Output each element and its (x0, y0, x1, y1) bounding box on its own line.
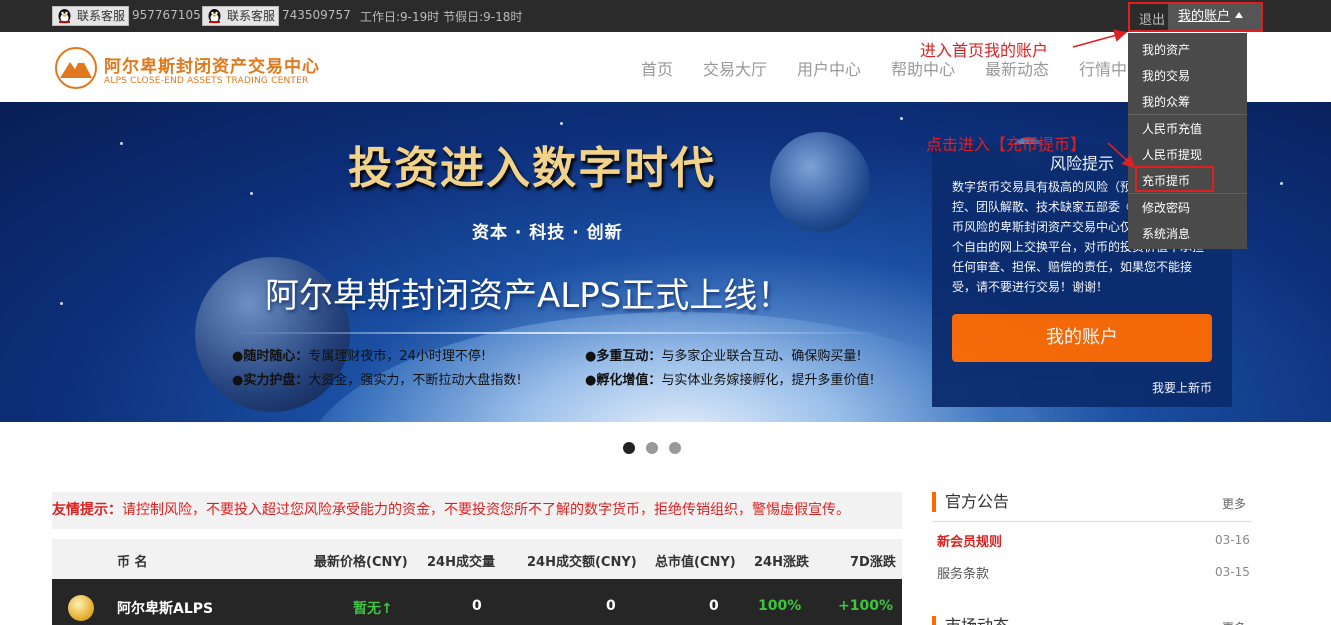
col-coin-name: 币 名 (117, 555, 148, 570)
carousel-dot-1[interactable] (623, 442, 635, 454)
banner-title: 投资进入数字时代 (348, 143, 716, 194)
top-bar: 联系客服 957767105 联系客服 743509757 工作日:9-19时 … (0, 0, 1331, 32)
coin-market-cap: 0 (709, 598, 719, 614)
contact-service-button-1[interactable]: 联系客服 (52, 6, 130, 26)
star (900, 117, 903, 120)
market-news-title: 市场动态 (932, 616, 1009, 625)
friendly-reminder: 友情提示：请控制风险，不要投入超过您风险承受能力的资金，不要投资您所不了解的数字… (52, 492, 902, 529)
menu-item-system-messages[interactable]: 系统消息 (1142, 225, 1190, 242)
my-account-label: 我的账户 (1178, 9, 1231, 24)
announcement-item[interactable]: 新会员规则 (937, 531, 1002, 550)
menu-item-change-password[interactable]: 修改密码 (1142, 199, 1190, 216)
announcement-date: 03-15 (1215, 565, 1250, 579)
coin-volume: 0 (472, 598, 482, 614)
menu-item-my-assets[interactable]: 我的资产 (1142, 41, 1190, 58)
list-new-coin-link[interactable]: 我要上新币 (1152, 379, 1212, 396)
nav-user-center[interactable]: 用户中心 (797, 56, 861, 80)
coin-price: 暂无↑ (353, 601, 393, 617)
page: 联系客服 957767105 联系客服 743509757 工作日:9-19时 … (0, 0, 1331, 625)
nav-trading-hall[interactable]: 交易大厅 (703, 56, 767, 80)
menu-divider (1128, 193, 1247, 194)
menu-item-cny-deposit[interactable]: 人民币充值 (1142, 120, 1202, 137)
planet-right (770, 132, 870, 232)
banner-feature-2: ●多重互动：与多家企业联合互动、确保购买量! (585, 349, 862, 364)
star (250, 192, 253, 195)
logo-subtitle: ALPS CLOSE-END ASSETS TRADING CENTER (104, 76, 309, 86)
mountain-logo-icon[interactable] (54, 46, 98, 90)
coin-amount: 0 (606, 598, 616, 614)
annotation-enter-account: 进入首页我的账户 (920, 41, 1049, 60)
qq-penguin-icon (58, 9, 71, 23)
banner-feature-1: ●随时随心：专属理财夜市，24小时理不停! (232, 349, 487, 364)
banner-subtitle: 资本 · 科技 · 创新 (472, 223, 623, 243)
reminder-text: 请控制风险，不要投入超过您风险承受能力的资金，不要投资您所不了解的数字货币，拒绝… (122, 502, 850, 518)
coin-24h-change: 100% (758, 598, 802, 614)
qq-number-1: 957767105 (132, 8, 201, 22)
col-24h-change[interactable]: 24H涨跌 (754, 551, 809, 570)
coin-7d-change: +100% (838, 598, 893, 614)
annotation-click-deposit: 点击进入【充币提币】 (926, 135, 1087, 154)
col-7d-change[interactable]: 7D涨跌 (850, 551, 896, 570)
nav-home[interactable]: 首页 (641, 56, 673, 80)
official-announcements-title: 官方公告 (932, 492, 1009, 512)
menu-item-cny-withdraw[interactable]: 人民币提现 (1142, 146, 1202, 163)
qq-number-2: 743509757 (282, 8, 351, 22)
table-row[interactable]: 阿尔卑斯ALPS 暂无↑ 0 0 0 100% +100% (52, 579, 902, 625)
menu-divider (1128, 114, 1247, 115)
banner-headline: 阿尔卑斯封闭资产ALPS正式上线！ (265, 276, 792, 316)
logo-title[interactable]: 阿尔卑斯封闭资产交易中心 (104, 52, 320, 77)
deposit-withdraw-highlight-box (1135, 166, 1214, 192)
logout-link[interactable]: 退出 (1139, 9, 1165, 28)
nav-market[interactable]: 行情中 (1079, 56, 1127, 80)
coin-name[interactable]: 阿尔卑斯ALPS (117, 598, 213, 618)
market-news-more-link[interactable]: 更多 (1222, 619, 1246, 625)
my-account-menu-button[interactable]: 我的账户 (1168, 4, 1261, 30)
contact-service-label: 联系客服 (77, 9, 126, 23)
market-table-header: 币 名 最新价格(CNY) 24H成交量 24H成交额(CNY) 总市值(CNY… (52, 539, 902, 579)
banner-feature-3: ●实力护盘：大资金，强实力，不断拉动大盘指数! (232, 373, 522, 388)
caret-up-icon (1235, 12, 1244, 18)
star (60, 302, 63, 305)
alps-coin-icon (68, 595, 94, 621)
col-latest-price[interactable]: 最新价格(CNY) (314, 551, 408, 570)
star (1280, 182, 1283, 185)
reminder-label: 友情提示： (52, 502, 122, 518)
account-dropdown-menu: 我的资产 我的交易 我的众筹 人民币充值 人民币提现 充币提币 修改密码 系统消… (1128, 33, 1247, 249)
banner-feature-4: ●孵化增值：与实体业务嫁接孵化，提升多重价值! (585, 373, 875, 388)
star (120, 142, 123, 145)
menu-item-my-crowdfunding[interactable]: 我的众筹 (1142, 93, 1190, 110)
carousel-dot-2[interactable] (646, 442, 658, 454)
carousel-dot-3[interactable] (669, 442, 681, 454)
qq-penguin-icon (208, 9, 221, 23)
contact-service-button-2[interactable]: 联系客服 (202, 6, 280, 26)
work-hours: 工作日:9-19时 节假日:9-18时 (360, 10, 523, 24)
col-market-cap[interactable]: 总市值(CNY) (655, 551, 736, 570)
announcements-divider (932, 521, 1252, 522)
star (560, 122, 563, 125)
announcement-date: 03-16 (1215, 533, 1250, 547)
col-24h-amount[interactable]: 24H成交额(CNY) (527, 551, 637, 570)
banner-divider (232, 332, 888, 334)
announcements-more-link[interactable]: 更多 (1222, 495, 1246, 512)
menu-item-my-trades[interactable]: 我的交易 (1142, 67, 1190, 84)
announcement-item[interactable]: 服务条款 (937, 563, 989, 582)
my-account-button[interactable]: 我的账户 (952, 314, 1212, 362)
col-24h-volume[interactable]: 24H成交量 (427, 551, 495, 570)
contact-service-label: 联系客服 (227, 9, 276, 23)
account-highlight-box: 退出 我的账户 (1128, 2, 1263, 32)
